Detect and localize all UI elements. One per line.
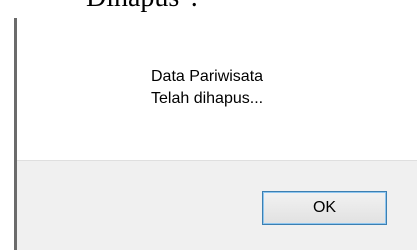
dialog-body: Data Pariwisata Telah dihapus...	[17, 18, 417, 160]
dialog-message: Data Pariwisata Telah dihapus...	[151, 66, 263, 110]
message-line-1: Data Pariwisata	[151, 68, 264, 85]
ok-button[interactable]: OK	[262, 191, 387, 225]
document-text-fragment: Dihapus".	[86, 0, 198, 14]
message-line-2: Telah dihapus...	[151, 90, 264, 107]
dialog-footer: OK	[17, 160, 417, 250]
message-dialog: Data Pariwisata Telah dihapus... OK	[14, 18, 417, 250]
screen: Dihapus". Data Pariwisata Telah dihapus.…	[0, 0, 417, 250]
